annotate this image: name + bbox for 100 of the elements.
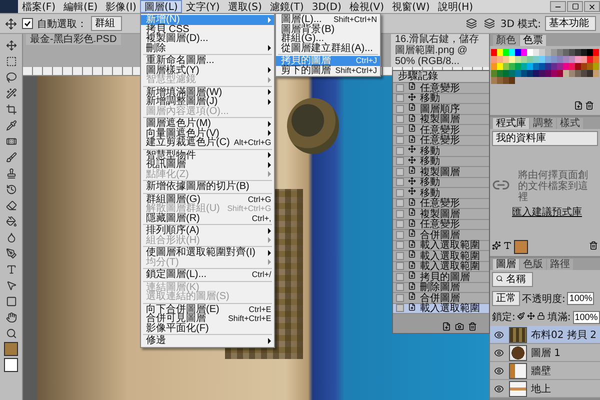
history-item[interactable]: 任意變形 — [393, 125, 489, 136]
hand-tool-icon[interactable] — [4, 310, 18, 324]
eye-icon[interactable] — [493, 364, 505, 376]
history-brush-icon[interactable] — [4, 182, 18, 196]
menu-item[interactable]: 向量圖遮色片(V) — [141, 128, 274, 138]
panel-tab[interactable]: 色票 — [520, 35, 546, 46]
menu-title[interactable]: 編輯(E) — [60, 0, 102, 13]
panel-tab[interactable]: 顏色 — [493, 35, 519, 46]
history-item[interactable]: 移動 — [393, 146, 489, 156]
menu-item[interactable]: 新增填滿圖層(W) — [141, 88, 274, 97]
menu-item[interactable]: 拷貝 CSS — [141, 24, 274, 34]
maximize-button[interactable] — [567, 1, 583, 12]
menu-title[interactable]: 視窗(W) — [388, 0, 434, 13]
menu-item[interactable]: 建立剪裁遮色片(C) Alt+Ctrl+G — [141, 138, 274, 148]
blend-mode-dropdown[interactable]: 正常 — [492, 291, 520, 306]
document-tab[interactable]: 16.滑鼠右鍵，儲存圖層範圍.png @ 50% (RGB/8... — [391, 34, 489, 67]
history-item[interactable]: 複製圖層 — [393, 114, 489, 125]
menu-title[interactable]: 檢視(V) — [345, 0, 388, 13]
panel-tab[interactable]: 路徑 — [547, 259, 573, 270]
history-item[interactable]: 複製圖層 — [393, 209, 489, 220]
move-tool-icon[interactable] — [4, 38, 18, 52]
history-item[interactable]: 移動 — [393, 94, 489, 104]
menu-item[interactable]: 修邊 — [141, 336, 274, 346]
import-link[interactable]: 匯入建議預式庫 — [490, 204, 600, 218]
trash-icon[interactable] — [468, 322, 477, 334]
menu-item[interactable]: 影像平面化(F) — [141, 324, 274, 333]
menu-item[interactable]: 群組圖層(G) Ctrl+G — [141, 194, 274, 204]
history-item[interactable]: 載入選取範圍 — [393, 304, 489, 314]
auto-select-checkbox[interactable] — [22, 18, 33, 29]
menu-item[interactable]: 鎖定圖層(L)... Ctrl+/ — [141, 270, 274, 280]
lock-icon[interactable] — [537, 312, 546, 322]
menu-title[interactable]: 3D(D) — [308, 0, 346, 13]
target-dropdown[interactable]: 群組 — [91, 16, 122, 31]
move-icon[interactable] — [527, 312, 536, 322]
background-color-swatch[interactable] — [4, 358, 18, 372]
filter-dropdown[interactable]: 名稱 — [492, 272, 534, 287]
history-item[interactable]: 移動 — [393, 178, 489, 188]
history-item[interactable]: 合併圖層 — [393, 293, 489, 304]
brush-tool-icon[interactable] — [4, 150, 18, 164]
layer-row[interactable]: 布料02 拷貝 2 — [490, 326, 600, 344]
menu-item[interactable]: 視訊圖層 — [141, 160, 274, 170]
menu-item[interactable]: 隱藏圖層(R) Ctrl+, — [141, 214, 274, 223]
history-item[interactable]: 刪除圖層 — [393, 282, 489, 293]
panel-tab[interactable]: 程式庫 — [493, 118, 529, 129]
history-item[interactable]: 任意變形 — [393, 83, 489, 94]
menu-title[interactable]: 選取(S) — [224, 0, 266, 13]
eye-icon[interactable] — [493, 382, 505, 394]
history-item[interactable]: 載入選取範圍 — [393, 240, 489, 251]
panel-tab[interactable]: 調整 — [530, 118, 556, 129]
panel-tab[interactable]: 樣式 — [557, 118, 583, 129]
menu-item[interactable]: 排列順序(A) — [141, 226, 274, 236]
history-item[interactable]: 合併圖層 — [393, 230, 489, 240]
menu-item[interactable]: 使圖層和選取範圍對齊(I) — [141, 248, 274, 258]
wand-tool-icon[interactable] — [4, 86, 18, 100]
marquee-tool-icon[interactable] — [4, 54, 18, 68]
menu-item[interactable]: 合併可見圖層 Shift+Ctrl+E — [141, 314, 274, 324]
brush-icon[interactable] — [517, 312, 526, 322]
lasso-tool-icon[interactable] — [4, 70, 18, 84]
history-item[interactable]: 圖層順序 — [393, 104, 489, 114]
fill-field[interactable]: 100% — [572, 310, 600, 324]
foreground-color-swatch[interactable] — [4, 342, 18, 356]
history-item[interactable]: 任意變形 — [393, 198, 489, 209]
eraser-tool-icon[interactable] — [4, 198, 18, 212]
menu-title[interactable]: 濾鏡(T) — [266, 0, 308, 13]
eye-icon[interactable] — [493, 346, 505, 358]
menu-title[interactable]: 文字(Y) — [182, 0, 224, 13]
history-item[interactable]: 移動 — [393, 156, 489, 167]
menu-item[interactable]: 圖層樣式(Y) — [141, 66, 274, 75]
history-item[interactable]: 拷貝的圖層 — [393, 272, 489, 282]
menu-item[interactable]: 複製圖層(D)... — [141, 34, 274, 44]
workspace-dropdown[interactable]: 基本功能 — [545, 16, 596, 31]
library-dropdown[interactable]: 我的資料庫 — [492, 131, 598, 146]
menu-item[interactable]: 新增調整圖層(J) — [141, 97, 274, 106]
crop-tool-icon[interactable] — [4, 102, 18, 116]
swatch-grid-drawing[interactable] — [490, 46, 600, 87]
close-button[interactable] — [584, 1, 600, 12]
menu-title[interactable]: 影像(I) — [102, 0, 140, 13]
eye-icon[interactable] — [493, 328, 505, 340]
panel-tab[interactable]: 色版 — [520, 259, 546, 270]
shape-tool-icon[interactable] — [4, 294, 18, 308]
panel-tab[interactable]: 圖層 — [493, 259, 519, 270]
menu-item[interactable]: 圖層(L)... Shift+Ctrl+N — [276, 15, 380, 24]
menu-item[interactable]: 群組(G)... — [276, 34, 380, 44]
history-item[interactable]: 任意變形 — [393, 136, 489, 146]
layer-row[interactable]: 牆壁 — [490, 362, 600, 380]
menu-item[interactable]: 重新命名圖層... — [141, 56, 274, 66]
opacity-field[interactable]: 100% — [567, 292, 594, 305]
history-item[interactable]: 任意變形 — [393, 220, 489, 230]
menu-item[interactable]: 從圖層建立群組(A)... — [276, 44, 380, 53]
history-item[interactable]: 載入選取範圍 — [393, 262, 489, 272]
move-tool-icon[interactable] — [4, 16, 18, 30]
history-item[interactable]: 載入選取範圍 — [393, 251, 489, 262]
menu-title[interactable]: 檔案(F) — [18, 0, 60, 13]
pen-tool-icon[interactable] — [4, 246, 18, 260]
menu-item[interactable]: 圖層背景(B) — [276, 24, 380, 34]
document-tab[interactable]: 最金-黑白彩色.PSD — [26, 34, 121, 45]
menu-item[interactable]: 刪除 — [141, 44, 274, 53]
menu-title[interactable]: 圖層(L) — [140, 0, 182, 13]
layer-row[interactable]: 圖層 1 — [490, 344, 600, 362]
history-item[interactable]: 移動 — [393, 188, 489, 198]
